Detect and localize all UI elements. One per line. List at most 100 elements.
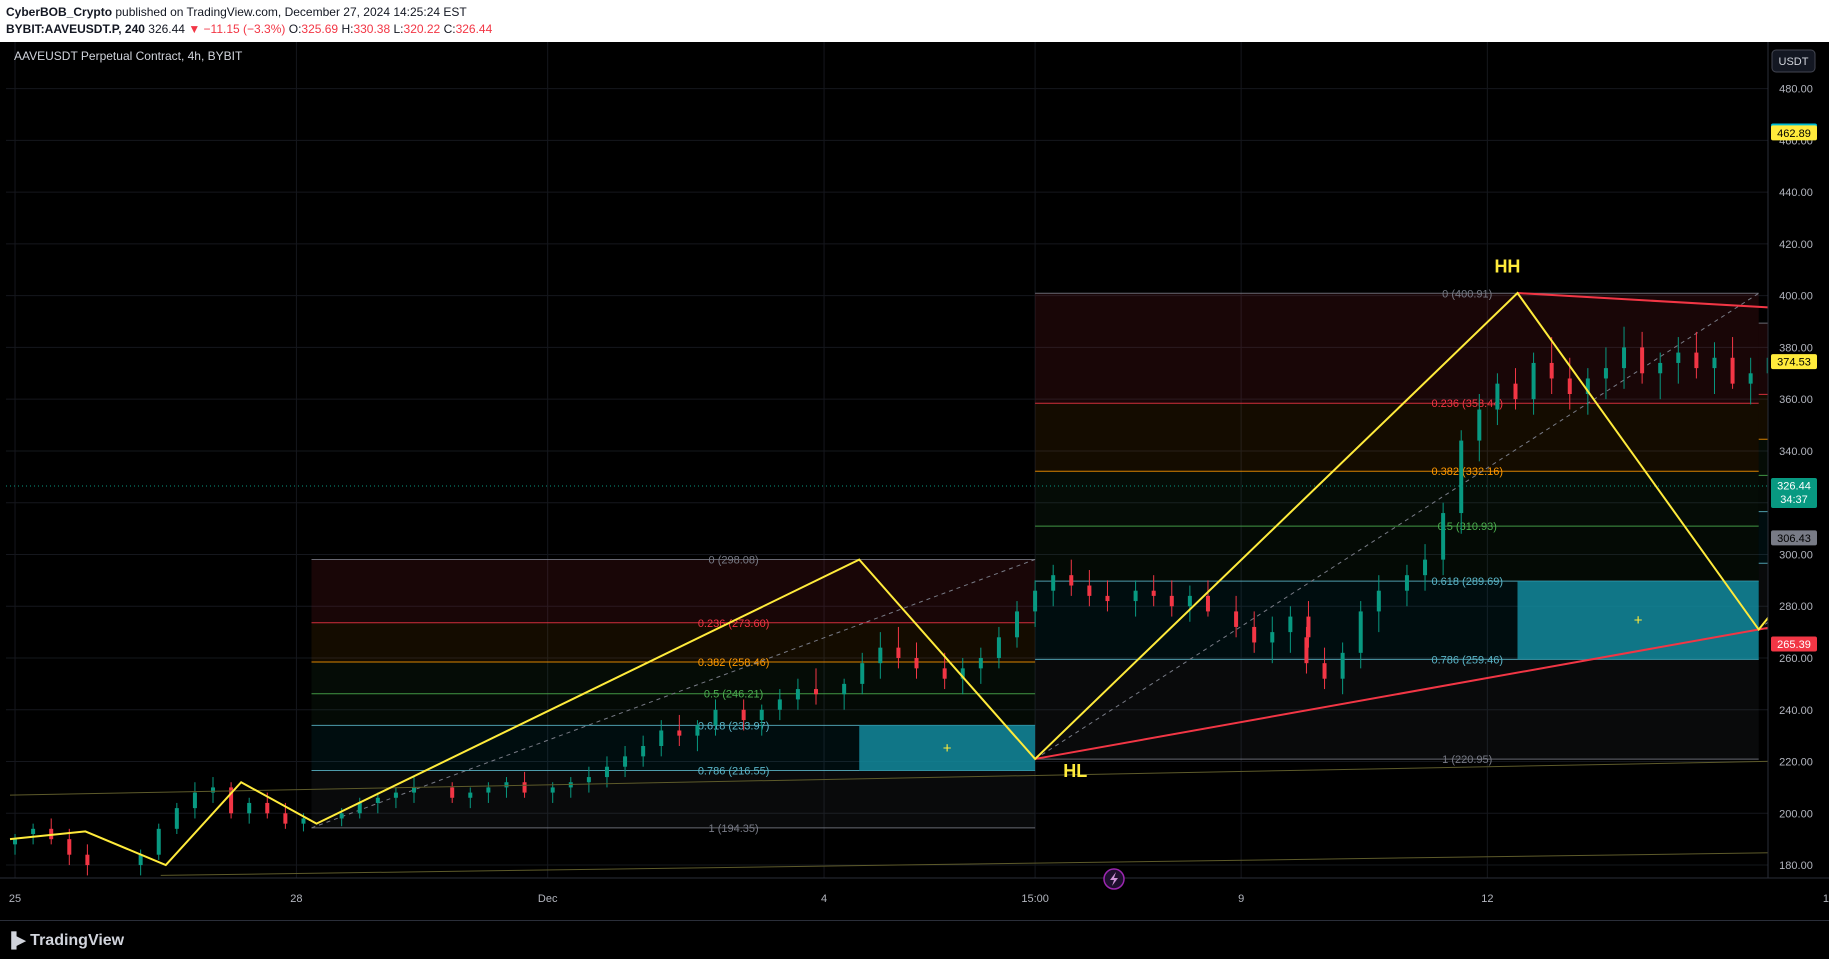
author-name[interactable]: CyberBOB_Crypto: [6, 5, 112, 19]
lightning-icon[interactable]: [1104, 869, 1124, 889]
change-text: −11.15 (−3.3%): [204, 22, 286, 36]
fib-level-label: 1 (194.35): [709, 823, 759, 835]
candle-body: [1134, 591, 1138, 601]
tradingview-logo-text: TradingView: [30, 932, 124, 949]
price-tick-label: 380.00: [1779, 342, 1813, 354]
candle-body: [211, 787, 215, 792]
symbol-info: BYBIT:AAVEUSDT.P, 240 326.44 ▼ −11.15 (−…: [6, 22, 492, 36]
price-tag-label: 374.53: [1777, 357, 1811, 369]
fib-band: [312, 662, 1036, 694]
fib-level-label: 0 (298.08): [709, 554, 759, 566]
candle-body: [1152, 591, 1156, 596]
candle-body: [1441, 513, 1445, 560]
time-tick-label: 9: [1238, 893, 1244, 905]
candle-body: [265, 803, 269, 813]
candle-body: [1306, 617, 1310, 638]
candle-body: [878, 648, 882, 664]
candle-body: [979, 658, 983, 668]
candle-body: [1749, 373, 1753, 383]
candle-body: [1341, 653, 1345, 679]
fib-band: [1035, 659, 1759, 759]
candle-body: [1513, 384, 1517, 400]
publish-info: CyberBOB_Crypto published on TradingView…: [6, 5, 467, 19]
price-tick-label: 360.00: [1779, 394, 1813, 406]
candle-body: [677, 730, 681, 735]
symbol-ticker: BYBIT:AAVEUSDT.P, 240: [6, 22, 145, 36]
fib-band: [312, 770, 1036, 827]
footer: ▐▶ TradingView: [0, 920, 1829, 959]
fib-band: [1035, 526, 1759, 581]
fib-level-label: 0 (400.91): [1442, 288, 1492, 300]
currency-button[interactable]: USDT: [1772, 50, 1815, 72]
candle-body: [1676, 353, 1680, 363]
candle-body: [1640, 347, 1644, 373]
ohlc-open: 325.69: [301, 22, 338, 36]
candle-body: [1234, 611, 1238, 627]
fib-level-label: 0.236 (273.60): [698, 618, 770, 630]
candle-body: [1051, 575, 1055, 591]
candle-body: [623, 756, 627, 766]
candle-body: [842, 684, 846, 694]
currency-button-label[interactable]: USDT: [1779, 56, 1809, 68]
candle-body: [175, 808, 179, 829]
price-tick-label: 300.00: [1779, 549, 1813, 561]
swing-label: HL: [1063, 761, 1087, 781]
candle-body: [376, 798, 380, 803]
candle-body: [860, 663, 864, 684]
ohlc-high: 330.38: [353, 22, 390, 36]
candle-body: [139, 855, 143, 865]
candle-body: [605, 767, 609, 777]
fib-band: [1035, 403, 1759, 471]
candle-body: [814, 689, 818, 694]
candle-body: [1694, 353, 1698, 369]
ohlc-open-label: O:: [289, 22, 302, 36]
candle-body: [1087, 586, 1091, 596]
time-tick-label: 25: [9, 893, 21, 905]
price-tick-label: 440.00: [1779, 187, 1813, 199]
zone-center-marker: +: [943, 740, 952, 757]
candle-body: [1270, 632, 1274, 642]
candle-body: [247, 803, 251, 813]
candle-body: [1731, 358, 1735, 384]
tradingview-logo[interactable]: ▐▶ TradingView: [6, 931, 124, 950]
publish-date: published on TradingView.com, December 2…: [115, 5, 466, 19]
candle-body: [1712, 358, 1716, 368]
last-price: 326.44: [148, 22, 185, 36]
fib-level-label: 0.382 (332.16): [1431, 466, 1503, 478]
candle-body: [468, 793, 472, 798]
price-tag-countdown: 34:37: [1780, 494, 1808, 506]
candle-body: [1459, 441, 1463, 513]
publish-header: CyberBOB_Crypto published on TradingView…: [0, 0, 1829, 42]
candle-body: [1532, 363, 1536, 399]
candle-body: [31, 829, 35, 834]
candle-body: [742, 710, 746, 720]
price-tick-label: 240.00: [1779, 705, 1813, 717]
candle-body: [412, 787, 416, 792]
candle-body: [714, 710, 718, 726]
time-tick-label: 16: [1823, 893, 1829, 905]
price-tag-label: 326.44: [1777, 481, 1811, 493]
price-tick-label: 260.00: [1779, 653, 1813, 665]
fib-level-label: 0.236 (358.44): [1431, 398, 1503, 410]
candle-body: [1105, 596, 1109, 601]
price-tick-label: 180.00: [1779, 860, 1813, 872]
price-tag-label: 306.43: [1777, 533, 1811, 545]
ohlc-high-label: H:: [341, 22, 353, 36]
candle-body: [1288, 617, 1292, 633]
price-tag-label: 462.89: [1777, 128, 1811, 140]
candle-body: [340, 813, 344, 818]
price-tick-label: 400.00: [1779, 291, 1813, 303]
candle-body: [1188, 596, 1192, 606]
candle-body: [1423, 560, 1427, 576]
fib-band: [312, 694, 1036, 726]
price-tick-label: 480.00: [1779, 84, 1813, 96]
candle-body: [1477, 410, 1481, 441]
candle-body: [301, 818, 305, 823]
fib-level-label: 0.5 (310.93): [1438, 521, 1497, 533]
candle-body: [551, 787, 555, 792]
price-chart[interactable]: 0 (298.08)0.236 (273.60)0.382 (258.46)0.…: [0, 42, 1829, 920]
candle-body: [1622, 347, 1626, 368]
candle-body: [1206, 596, 1210, 612]
tradingview-logo-icon: ▐▶: [6, 931, 24, 949]
fib-band: [1035, 293, 1759, 403]
